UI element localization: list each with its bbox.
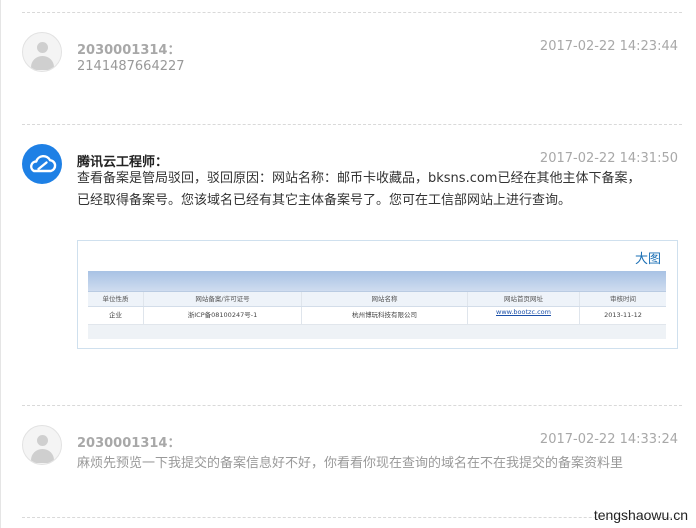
tencent-cloud-avatar[interactable] xyxy=(22,144,62,184)
table-cell: 杭州博玩科技有限公司 xyxy=(302,307,468,324)
comment-text: 2141487664227 xyxy=(77,59,185,74)
divider xyxy=(22,405,682,406)
table-footer xyxy=(88,325,666,339)
user-body-shape xyxy=(31,56,54,70)
comment-text-line: 已经取得备案号。您该域名已经有其它主体备案号了。您可在工信部网站上进行查询。 xyxy=(77,193,572,208)
user-avatar[interactable] xyxy=(22,425,62,465)
header-cell: 网站备案/许可证号 xyxy=(144,292,302,306)
table-cell: 浙ICP备08100247号-1 xyxy=(144,307,302,324)
record-table: 单位性质 网站备案/许可证号 网站名称 网站首页网址 审核时间 企业 浙ICP备… xyxy=(88,271,666,340)
user-body-shape xyxy=(31,449,54,463)
user-head-shape xyxy=(37,42,48,53)
comment-text: 查看备案是管局驳回，驳回原因：网站名称：邮币卡收藏品，bksns.com已经在其… xyxy=(77,168,677,212)
left-border xyxy=(0,0,1,528)
table-cell: 2013-11-12 xyxy=(604,311,642,319)
divider xyxy=(22,517,682,518)
header-cell: 网站名称 xyxy=(302,292,468,306)
header-cell: 网站首页网址 xyxy=(468,292,580,306)
header-cell: 审核时间 xyxy=(610,295,636,303)
table-cell-link: www.bootzc.com xyxy=(468,307,580,324)
comment-author: 2030001314： xyxy=(77,43,181,58)
view-large-image-link[interactable]: 大图 xyxy=(635,248,661,267)
table-cell: 企业 xyxy=(88,307,144,324)
tencent-cloud-icon xyxy=(30,155,57,173)
comment-time: 2017-02-22 14:23:44 xyxy=(539,39,678,54)
user-head-shape xyxy=(37,435,48,446)
table-header-row: 单位性质 网站备案/许可证号 网站名称 网站首页网址 审核时间 xyxy=(88,291,666,307)
divider xyxy=(22,12,682,13)
comment-time: 2017-02-22 14:31:50 xyxy=(539,151,678,166)
divider xyxy=(22,124,682,125)
header-cell: 单位性质 xyxy=(88,292,144,306)
user-avatar[interactable] xyxy=(22,32,62,72)
table-row: 企业 浙ICP备08100247号-1 杭州博玩科技有限公司 www.bootz… xyxy=(88,307,666,325)
comment-text: 麻烦先预览一下我提交的备案信息好不好，你看看你现在查询的域名在不在我提交的备案资… xyxy=(77,456,624,471)
comment-time: 2017-02-22 14:33:24 xyxy=(539,432,678,447)
attached-screenshot[interactable]: 大图 单位性质 网站备案/许可证号 网站名称 网站首页网址 审核时间 企业 浙I… xyxy=(77,240,678,349)
watermark: tengshaowu.cn xyxy=(593,507,688,523)
comment-author: 2030001314： xyxy=(77,436,181,451)
table-header-band xyxy=(88,271,666,291)
comment-text-line: 查看备案是管局驳回，驳回原因：网站名称：邮币卡收藏品，bksns.com已经在其… xyxy=(77,171,641,186)
